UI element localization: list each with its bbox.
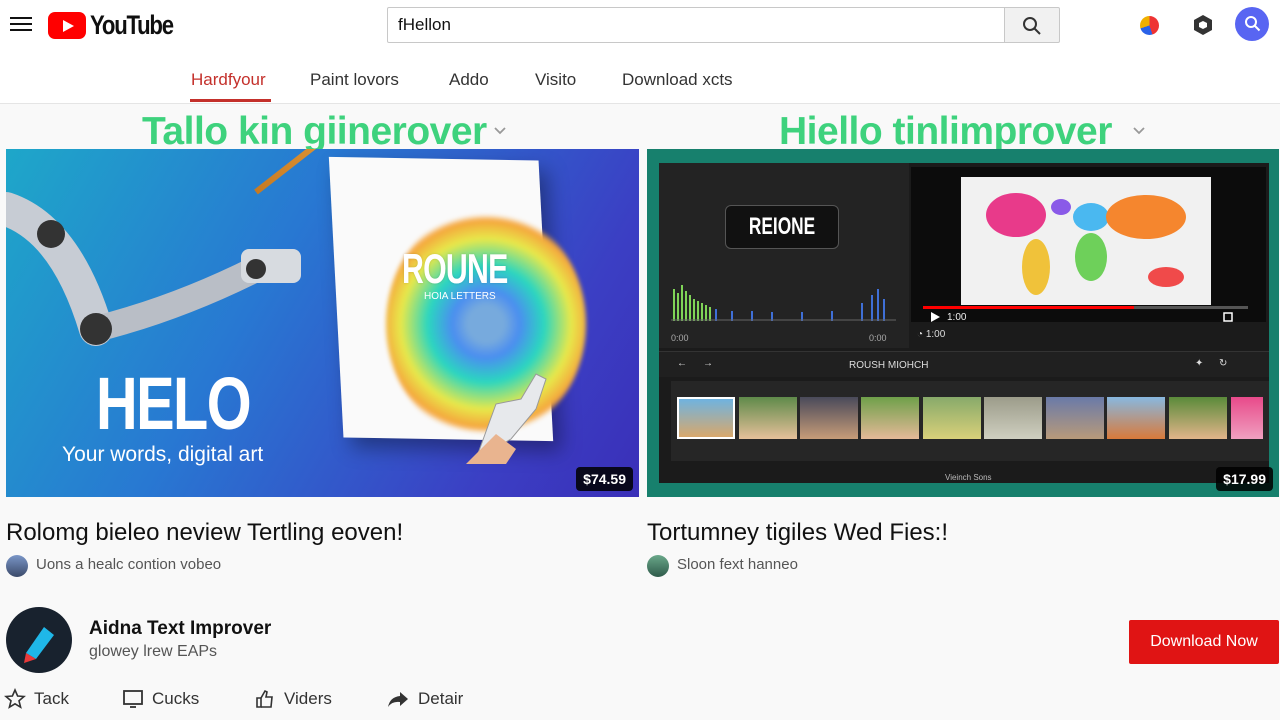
- film-frame[interactable]: [861, 397, 919, 439]
- play-icon[interactable]: [931, 312, 940, 322]
- video-title[interactable]: Tortumney tigiles Wed Fies:!: [647, 519, 948, 547]
- film-frame[interactable]: [1046, 397, 1104, 439]
- top-bar: YouTube: [0, 0, 1280, 56]
- tab-addo[interactable]: Addo: [449, 70, 489, 90]
- window-icon: [123, 690, 143, 708]
- video-thumbnail[interactable]: ROUNE HOIA LETTERS HELO Your words, digi…: [6, 149, 639, 497]
- film-frame[interactable]: [984, 397, 1042, 439]
- play-logo-icon: [48, 12, 86, 39]
- film-frame[interactable]: [1169, 397, 1227, 439]
- film-frame[interactable]: [1107, 397, 1165, 439]
- star-icon: [4, 688, 26, 709]
- avatar[interactable]: [1235, 7, 1269, 41]
- cube-icon[interactable]: [1192, 14, 1214, 36]
- toolbar-label: ROUSH MIOHCH: [849, 360, 929, 371]
- action-label: Cucks: [152, 689, 200, 708]
- editor-footer-label: Vieinch Sons: [945, 473, 992, 482]
- hamburger-menu-icon[interactable]: [10, 14, 32, 34]
- download-now-button[interactable]: Download Now: [1129, 620, 1279, 664]
- player-time: 1:00: [947, 312, 967, 323]
- chevron-down-icon[interactable]: [1132, 124, 1146, 138]
- robot-arm-icon: [6, 192, 301, 346]
- action-label: Tack: [34, 689, 69, 708]
- editor-badge: REIONE: [725, 205, 839, 249]
- editor-timecode: ◔ 1:00: [917, 329, 946, 340]
- fullscreen-icon[interactable]: [1223, 312, 1233, 322]
- filmstrip: [671, 381, 1269, 461]
- video-meta: Uons a healc contion vobeo: [36, 556, 222, 573]
- share-icon: [388, 692, 408, 707]
- tab-paint-lovors[interactable]: Paint lovors: [310, 70, 399, 90]
- action-label: Viders: [284, 689, 332, 708]
- search-icon: [1245, 16, 1261, 32]
- video-headline: Tallo kin giinerover: [142, 110, 487, 153]
- canvas-text: ROUNE: [402, 245, 508, 292]
- search-input[interactable]: [387, 7, 1005, 43]
- google-account-icon[interactable]: [1140, 16, 1159, 35]
- canvas-subtext: HOIA LETTERS: [424, 291, 496, 302]
- active-tab-indicator: [190, 99, 271, 102]
- editor-time-left: 0:00: [671, 333, 689, 343]
- film-frame[interactable]: [739, 397, 797, 439]
- search-icon: [1023, 17, 1041, 35]
- world-map-preview: [961, 177, 1211, 305]
- action-viders[interactable]: Viders: [254, 686, 332, 712]
- video-headline: Hiello tinlimprover: [779, 110, 1112, 153]
- editor-left-panel: REIONE 0:00 0:00: [659, 163, 909, 348]
- video-thumbnail[interactable]: REIONE 0:00 0:00 1:00 ◔ 1:00 ← → ROUSH M…: [647, 149, 1279, 497]
- film-frame[interactable]: [1231, 397, 1263, 439]
- tab-hardfyour[interactable]: Hardfyour: [191, 70, 266, 90]
- film-frame[interactable]: [677, 397, 735, 439]
- action-tack[interactable]: Tack: [4, 686, 69, 712]
- refresh-icon[interactable]: ↻: [1219, 358, 1227, 369]
- action-cucks[interactable]: Cucks: [122, 686, 199, 712]
- film-frame[interactable]: [800, 397, 858, 439]
- editor-time-right: 0:00: [869, 333, 887, 343]
- audio-waveform: [671, 285, 896, 321]
- video-title[interactable]: Rolomg bieleo neview Tertling eoven!: [6, 519, 403, 547]
- world-map-icon: [986, 193, 1186, 295]
- thumbs-up-icon: [256, 689, 273, 708]
- video-editor-window: REIONE 0:00 0:00 1:00 ◔ 1:00 ← → ROUSH M…: [659, 163, 1269, 483]
- channel-name[interactable]: Aidna Text Improver: [89, 618, 271, 640]
- video-meta: Sloon fext hanneo: [677, 556, 798, 573]
- robot-hand-icon: [466, 373, 547, 464]
- search-button[interactable]: [1004, 7, 1060, 43]
- player-controls: 1:00: [923, 309, 1253, 323]
- logo-text: YouTube: [90, 10, 174, 40]
- channel-subtitle: glowey lrew EAPs: [89, 643, 218, 660]
- film-frame[interactable]: [923, 397, 981, 439]
- tab-bar: Hardfyour Paint lovors Addo Visito Downl…: [0, 56, 1280, 104]
- marker-pen-icon: [24, 627, 54, 663]
- thumbnail-big-text: HELO: [96, 362, 252, 445]
- chevron-down-icon[interactable]: [493, 124, 507, 138]
- action-detair[interactable]: Detair: [386, 686, 463, 712]
- channel-avatar[interactable]: [6, 607, 72, 673]
- price-badge: $17.99: [1216, 467, 1273, 491]
- price-badge: $74.59: [576, 467, 633, 491]
- youtube-logo[interactable]: YouTube: [48, 10, 191, 41]
- arrow-right-icon[interactable]: →: [703, 358, 713, 369]
- editor-preview: 1:00: [911, 167, 1266, 323]
- tab-download-xcts[interactable]: Download xcts: [622, 70, 733, 90]
- action-label: Detair: [418, 689, 464, 708]
- editor-toolbar: ← → ROUSH MIOHCH ✦ ↻: [659, 351, 1269, 377]
- twitter-icon[interactable]: ✦: [1195, 358, 1203, 369]
- arrow-left-icon[interactable]: ←: [677, 358, 687, 369]
- channel-mini-avatar[interactable]: [6, 555, 28, 577]
- thumbnail-sub-text: Your words, digital art: [62, 443, 264, 466]
- channel-mini-avatar[interactable]: [647, 555, 669, 577]
- tab-visito[interactable]: Visito: [535, 70, 576, 90]
